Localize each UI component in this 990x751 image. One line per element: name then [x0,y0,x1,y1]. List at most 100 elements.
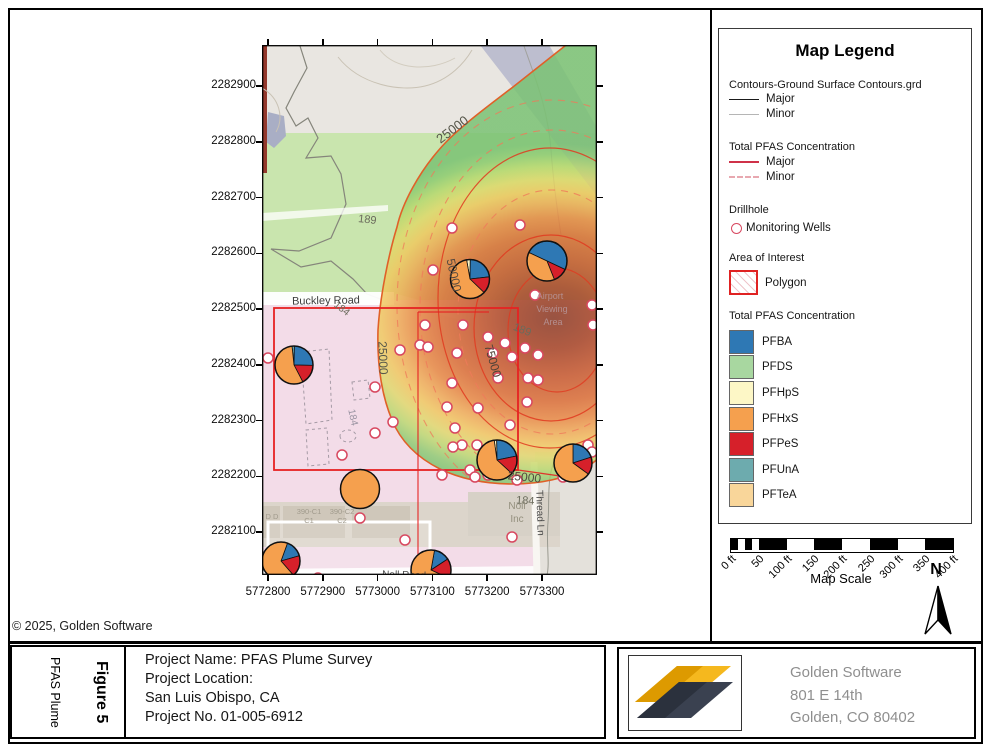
figure-page: 2500025000500007500025000189189184184184… [0,0,990,751]
y-axis-label: 2282800 [192,135,256,147]
legend-label: Monitoring Wells [746,222,831,234]
x-axis-label: 5773300 [510,586,574,598]
monitoring-well [533,375,543,385]
golden-software-logo [628,655,742,731]
map-label: D D [266,512,280,521]
y-axis-label: 2282100 [192,525,256,537]
project-info: Project Name: PFAS Plume Survey Project … [145,651,372,727]
legend-title: Map Legend [719,41,971,61]
y-axis-tick [597,420,603,422]
scale-segment [842,539,870,550]
swatch-label: PFPeS [762,438,798,450]
legend-swatch-row: PFPeS [729,431,799,457]
y-axis-label: 2282200 [192,469,256,481]
pfas-major-line-icon [729,161,761,163]
map-label: Noll [508,501,525,512]
monitoring-well [473,403,483,413]
scale-segment [925,539,953,550]
ground-major-line-icon [729,99,761,100]
legend-swatch-row: PFDS [729,355,799,381]
map-label: Inc [510,514,523,525]
map-label: Area [543,317,562,327]
x-axis-tick [432,575,434,581]
project-name: Project Name: PFAS Plume Survey [145,651,372,670]
swatch-pfpes-icon [729,432,754,456]
monitoring-well [447,378,457,388]
y-axis-label: 2282900 [192,79,256,91]
aoi-polygon-icon [729,270,758,295]
map-label: 390-C2 [330,507,355,516]
monitoring-well [447,223,457,233]
address-line-2: Golden, CO 80402 [790,707,915,730]
swatch-label: PFHpS [762,387,799,399]
figure-number: Figure 5 [84,651,110,733]
monitoring-well [507,352,517,362]
monitoring-well [522,397,532,407]
scale-bar [730,538,954,553]
monitoring-well [505,420,515,430]
y-axis-tick [256,141,262,143]
legend-label: Minor [766,171,795,183]
monitoring-well-icon [731,223,742,234]
title-block-inner-divider [124,645,126,737]
scale-segment [738,539,745,550]
monitoring-well [458,320,468,330]
swatch-pftea-icon [729,483,754,507]
legend-swatch-row: PFUnA [729,457,799,483]
monitoring-well [507,532,517,542]
y-axis-tick [597,197,603,199]
legend-column-divider [710,8,712,644]
monitoring-well [423,342,433,352]
monitoring-well [523,373,533,383]
y-axis-tick [256,253,262,255]
scale-segment [870,539,898,550]
swatch-label: PFBA [762,336,792,348]
monitoring-well [452,348,462,358]
x-axis-tick [541,575,543,581]
title-block-divider [8,641,982,644]
monitoring-well [395,345,405,355]
map-canvas: 2500025000500007500025000189189184184184… [262,45,597,575]
monitoring-well [355,513,365,523]
y-axis-tick [597,531,603,533]
monitoring-well [388,417,398,427]
swatch-pfuna-icon [729,458,754,482]
y-axis-tick [256,420,262,422]
y-axis-label: 2282600 [192,246,256,258]
scale-segment [759,539,787,550]
y-axis-tick [597,85,603,87]
monitoring-well [337,450,347,460]
company-name: Golden Software [790,662,915,685]
x-axis-tick [267,575,269,581]
x-axis-tick [486,575,488,581]
map-label: 390-C1 [297,507,322,516]
swatch-pfhps-icon [729,381,754,405]
pie-chart [262,542,300,575]
pie-chart [554,444,592,482]
map-label: Airport [537,291,564,301]
legend-label: Polygon [765,277,807,289]
map-label: Viewing [536,304,567,314]
monitoring-well [587,300,597,310]
monitoring-well [520,343,530,353]
legend-label: Major [766,156,795,168]
y-axis-tick [597,141,603,143]
y-axis-tick [256,308,262,310]
x-axis-tick [322,39,324,45]
pie-chart [275,346,313,384]
copyright-text: © 2025, Golden Software [12,619,153,633]
scale-segment [745,539,752,550]
golden-software-logo-icon [629,656,739,728]
monitoring-well [500,338,510,348]
y-axis-label: 2282700 [192,191,256,203]
pie-chart [341,470,380,509]
x-axis-tick [486,39,488,45]
monitoring-well [450,423,460,433]
monitoring-well [428,265,438,275]
legend-label: Minor [766,108,795,120]
scale-segment [752,539,759,550]
y-axis-tick [256,364,262,366]
figure-sidebar-title: PFAS Plume [42,651,62,733]
scale-segment [898,539,926,550]
legend-swatch-row: PFHxS [729,406,799,432]
